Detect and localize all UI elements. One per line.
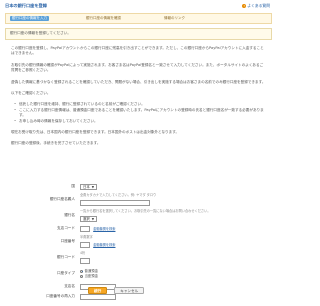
bullet-list: 信託した銀行口座を維持、銀行に登録されているのと名前がご確認ください。 ここに入… bbox=[11, 102, 266, 124]
intro-paragraph: この銀行口座を登録し、PayPalアカウントからこの銀行口座に残高を引き出すこと… bbox=[11, 46, 264, 56]
header: 日本の銀行口座を登録 ? よくある質問 bbox=[3, 2, 274, 13]
page-title: 日本の銀行口座を登録 bbox=[5, 3, 47, 8]
form-row-account-code: 口座番号 半角数字 金融機関を検索 bbox=[44, 234, 244, 250]
account-code-input[interactable] bbox=[80, 241, 90, 248]
bank-select[interactable]: 選択 ▼ bbox=[80, 215, 98, 222]
outro-paragraph: 現在お受け取り先は、日本国内の銀行口座を登録できます。日本国外のポストは出金対象… bbox=[11, 130, 180, 135]
account-type-option-1[interactable]: 当座預金 bbox=[80, 274, 243, 279]
confirm-label: 口座番号の再入力 bbox=[46, 294, 75, 299]
form-row-account-number: 銀行コード 4桁 bbox=[44, 250, 244, 266]
outro-paragraph: 銀行口座の登録後、手続きを完了させていただきます。 bbox=[11, 141, 101, 146]
form-row-bank: 銀行名 一覧から銀行名を選択してください。お取引先の一覧にない場合はお問い合わせ… bbox=[44, 208, 244, 224]
step-1: 銀行口座の情報を入力 bbox=[10, 15, 49, 22]
account-code-hint: 半角数字 bbox=[80, 235, 93, 240]
form-actions: 続行 キャンセル bbox=[88, 287, 145, 306]
account-number-input[interactable] bbox=[80, 257, 90, 264]
intro-section: この銀行口座を登録し、PayPalアカウントからこの銀行口座に残高を引き出すこと… bbox=[3, 46, 274, 147]
branch-name-label: 支店名 bbox=[64, 284, 75, 289]
account-holder-hint: 全角カタカナで入力してください。例: ヤマダ タロウ bbox=[80, 193, 157, 198]
bank-hint: 一覧から銀行名を選択してください。お取引先の一覧にない場合はお問い合わせください… bbox=[80, 209, 211, 214]
form-row-account-type: 口座タイプ 普通預金 当座預金 bbox=[44, 266, 244, 282]
step-2: 銀行口座の情報を確認 bbox=[86, 15, 121, 20]
branch-code-label: 支店コード bbox=[57, 226, 75, 231]
form-table: 国 日本 ▼ 銀行口座名義人 全角カタカナで入力してください。例: ヤマダ タロウ… bbox=[44, 182, 244, 302]
intro-paragraph: お取引先の銀行情報の確認がPayPalによって実施されます。お客さま名はPayP… bbox=[11, 62, 264, 73]
chevron-down-icon: ▼ bbox=[91, 216, 95, 221]
notice-box: 銀行口座の情報を登録してください。 bbox=[5, 28, 272, 40]
account-number-hint: 4桁 bbox=[80, 251, 86, 256]
chevron-down-icon: ▼ bbox=[91, 185, 95, 189]
radio-button[interactable] bbox=[80, 274, 83, 278]
step-3: 情報のリンク bbox=[164, 15, 185, 20]
country-label: 国 bbox=[71, 184, 75, 189]
continue-button[interactable]: 続行 bbox=[88, 287, 108, 294]
country-select[interactable]: 日本 ▼ bbox=[80, 184, 98, 190]
form-row-holder: 銀行口座名義人 全角カタカナで入力してください。例: ヤマダ タロウ bbox=[44, 192, 244, 208]
intro-paragraph: 虚偽した情報に基づかなく登録されることを確認していただき、問題がない場合、引き出… bbox=[11, 79, 266, 84]
bank-label: 銀行名 bbox=[64, 213, 75, 218]
account-code-search-link[interactable]: 金融機関を検索 bbox=[93, 243, 115, 247]
bank-value: 選択 bbox=[83, 216, 90, 221]
country-value: 日本 bbox=[83, 185, 90, 189]
help-label[interactable]: よくある質問 bbox=[247, 3, 270, 8]
branch-code-search-link[interactable]: 金融機関を検索 bbox=[93, 227, 115, 231]
account-type-option-label: 普通預金 bbox=[84, 269, 99, 273]
help-icon: ? bbox=[242, 4, 247, 8]
account-type-label: 口座タイプ bbox=[57, 271, 75, 276]
account-code-label: 口座番号 bbox=[60, 239, 75, 244]
notice-text: 銀行口座の情報を登録してください。 bbox=[10, 31, 71, 35]
bank-form: 国 日本 ▼ 銀行口座名義人 全角カタカナで入力してください。例: ヤマダ タロウ… bbox=[44, 182, 244, 302]
help-link[interactable]: ? よくある質問 bbox=[242, 4, 270, 8]
account-type-option-label: 当座預金 bbox=[84, 274, 99, 278]
list-item: お申し込み時の情報を保存しておいてください。 bbox=[14, 119, 266, 125]
branch-code-input[interactable] bbox=[80, 226, 90, 232]
radio-button[interactable] bbox=[80, 269, 83, 273]
list-item: ここに入力する銀行口座情報は、普通預金口座であることを確認いたします。PayPa… bbox=[14, 108, 266, 119]
account-number-label: 銀行コード bbox=[57, 255, 75, 260]
account-holder-input[interactable] bbox=[80, 199, 150, 206]
form-row-branch-code: 支店コード 金融機関を検索 bbox=[44, 224, 244, 234]
progress-steps: 銀行口座の情報を入力 銀行口座の情報を確認 情報のリンク bbox=[5, 13, 272, 24]
cancel-button[interactable]: キャンセル bbox=[114, 287, 145, 294]
account-holder-label: 銀行口座名義人 bbox=[49, 197, 75, 202]
form-row-country: 国 日本 ▼ bbox=[44, 182, 244, 192]
intro-paragraph: 以下をご確認ください。 bbox=[11, 91, 51, 96]
page-root: 日本の銀行口座を登録 ? よくある質問 銀行口座の情報を入力 銀行口座の情報を確認… bbox=[0, 0, 277, 300]
